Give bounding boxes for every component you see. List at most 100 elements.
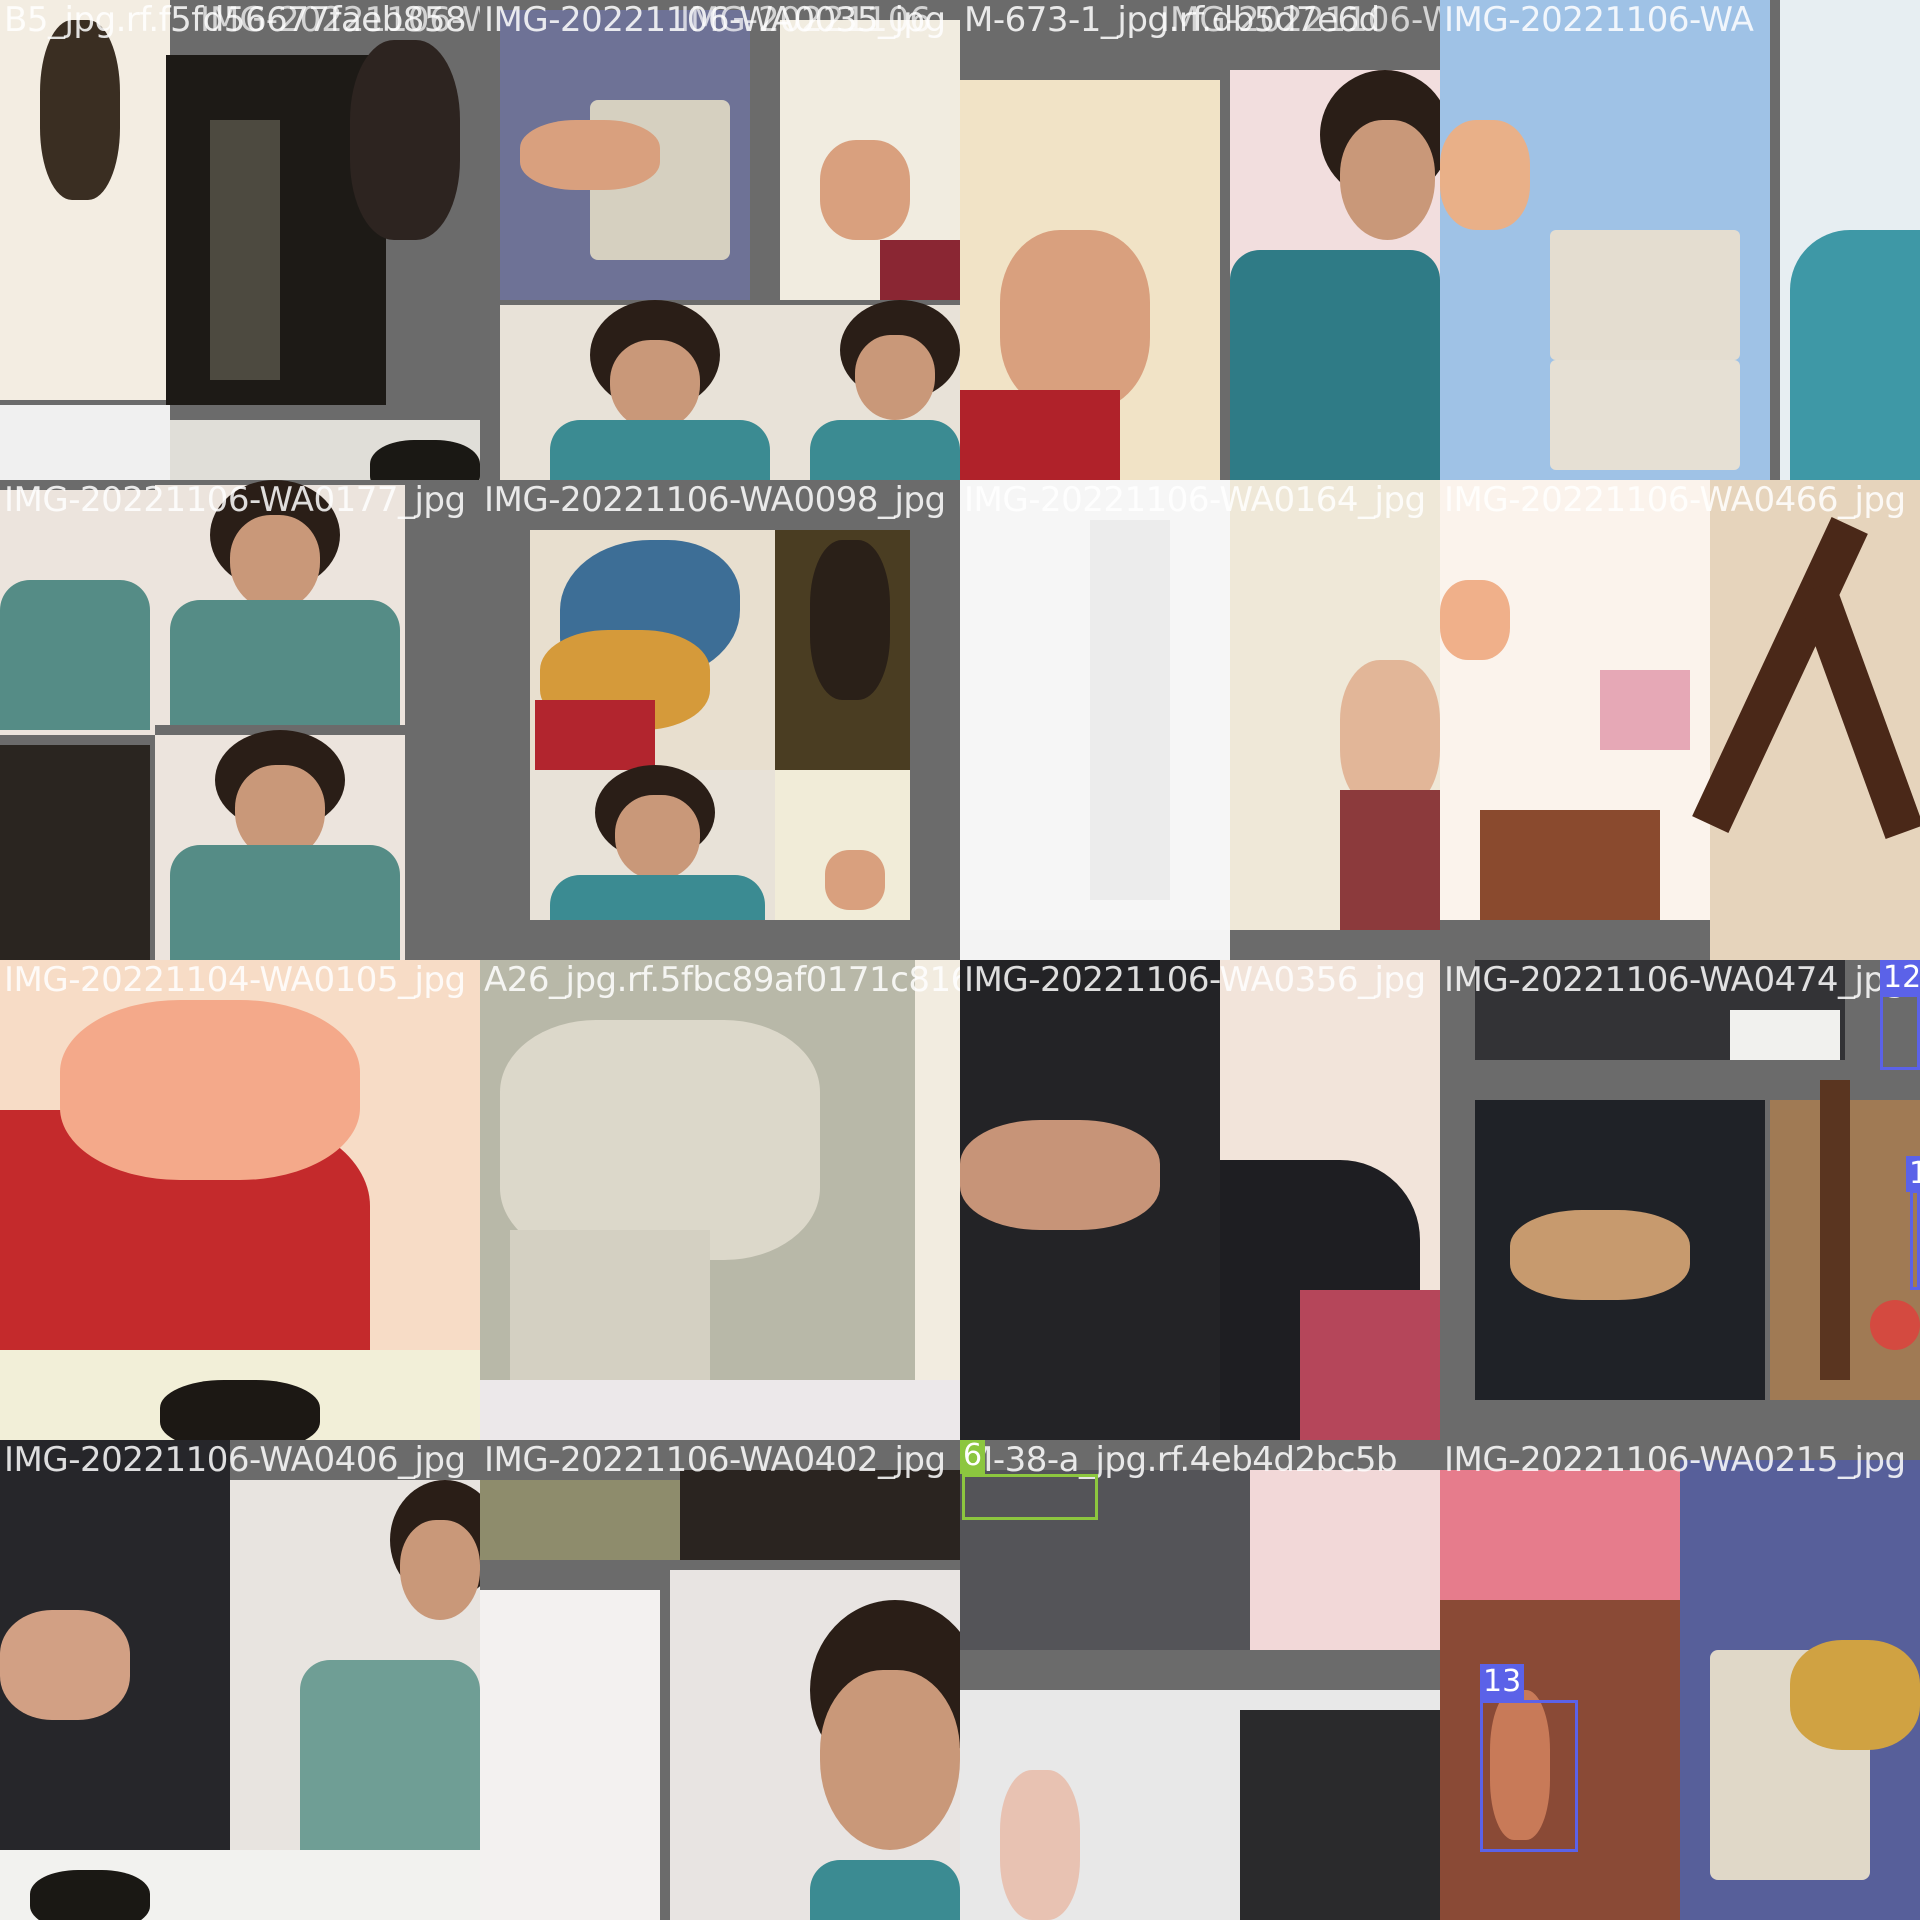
photo-screen xyxy=(1600,670,1690,750)
photo-door-inner xyxy=(210,120,280,380)
photo-hair xyxy=(680,1470,960,1560)
person-face xyxy=(1340,120,1435,240)
tile-2: IMG-20221106-WA0035_jpg IMG-20221106 xyxy=(480,0,960,480)
person-shirt xyxy=(0,580,150,730)
photo-doorway xyxy=(0,745,150,960)
tile-filename: A26_jpg.rf.5fbc89af0171c816 xyxy=(484,960,960,1000)
detection-box xyxy=(1880,994,1920,1070)
hand-sign xyxy=(1510,1210,1690,1300)
hand-silhouette xyxy=(810,540,890,700)
person-shirt xyxy=(810,1860,960,1920)
tile-filename-overlay: IMG-20221106-WA0 xyxy=(1160,0,1440,40)
hand-silhouette xyxy=(160,1380,320,1440)
tile-filename-overlay: IMG-20221106-WA0035_jpg xyxy=(200,0,480,40)
tile-filename: IMG-20221106-WA0474_jpg xyxy=(1444,960,1906,1000)
photo-sleeve xyxy=(535,700,655,770)
tile-filename: IMG-20221104-WA0105_jpg xyxy=(4,960,466,1000)
tile-filename: IMG-20221106-WA0406_jpg xyxy=(4,1440,466,1480)
person-shirt xyxy=(300,1660,480,1850)
person-shirt xyxy=(1230,250,1440,480)
photo-sleeve xyxy=(1300,1290,1440,1440)
person-face xyxy=(855,335,935,420)
fist-sign xyxy=(500,1020,820,1260)
photo-wall xyxy=(1250,1470,1440,1650)
tile-filename: IMG-20221106-WA0098_jpg xyxy=(484,480,946,520)
hand-silhouette xyxy=(370,440,480,480)
tile-11: IMG-20221106-WA0356_jpg xyxy=(960,960,1440,1440)
person-shirt xyxy=(550,875,765,920)
tile-9: IMG-20221104-WA0105_jpg xyxy=(0,960,480,1440)
tile-filename: IMG-20221106-WA0402_jpg xyxy=(484,1440,946,1480)
person-face xyxy=(400,1520,480,1620)
person-face xyxy=(820,1670,960,1850)
photo-bottom xyxy=(0,405,170,480)
photo-paper xyxy=(1730,1010,1840,1060)
tile-16: IMG-20221106-WA0215_jpg 13 xyxy=(1440,1440,1920,1920)
photo-top xyxy=(480,1480,680,1560)
tile-15: M-38-a_jpg.rf.4eb4d2bc5b 6 xyxy=(960,1440,1440,1920)
hand-sign xyxy=(0,1610,130,1720)
tile-4: IMG-20221106-WA xyxy=(1440,0,1920,480)
mosaic-grid: B5_jpg.rf.f5fd56677faeb858 IMG-20221106-… xyxy=(0,0,1920,1920)
tile-7: IMG-20221106-WA0164_jpg xyxy=(960,480,1440,960)
person-shirt xyxy=(1790,230,1920,480)
hand-sign xyxy=(1000,1770,1080,1920)
person-shirt xyxy=(810,420,960,480)
photo-sleeve xyxy=(1340,790,1440,930)
tile-filename: IMG-20221106-WA xyxy=(1444,0,1754,40)
hand-sign xyxy=(825,850,885,910)
photo-sleeve xyxy=(1440,1470,1680,1610)
flower xyxy=(1870,1300,1920,1350)
person-shirt xyxy=(550,420,770,480)
person-face xyxy=(610,340,700,430)
tile-filename: IMG-20221106-WA0215_jpg xyxy=(1444,1440,1906,1480)
tile-filename-overlay: IMG-20221106 xyxy=(680,0,932,40)
hand-silhouette xyxy=(30,1870,150,1920)
detection-box xyxy=(1480,1700,1578,1852)
hand-sign xyxy=(820,140,910,240)
detection-label: 1 xyxy=(1906,1156,1920,1192)
tile-6: IMG-20221106-WA0098_jpg xyxy=(480,480,960,960)
person-shirt xyxy=(170,600,400,725)
photo-sleeve xyxy=(880,240,960,300)
tile-5: IMG-20221106-WA0177_jpg xyxy=(0,480,480,960)
chair-leg xyxy=(1820,1080,1850,1380)
photo-doorway xyxy=(1240,1710,1440,1920)
tile-10: A26_jpg.rf.5fbc89af0171c816 xyxy=(480,960,960,1440)
person-face xyxy=(230,515,320,610)
tile-13: IMG-20221106-WA0406_jpg xyxy=(0,1440,480,1920)
tile-filename: IMG-20221106-WA0177_jpg xyxy=(4,480,466,520)
tile-8: IMG-20221106-WA0466_jpg xyxy=(1440,480,1920,960)
hand-sign xyxy=(520,120,660,190)
tile-filename: IMG-20221106-WA0356_jpg xyxy=(964,960,1426,1000)
hand-silhouette xyxy=(350,40,460,240)
hand-sign xyxy=(1000,230,1150,410)
detection-label: 12 xyxy=(1880,960,1920,996)
person-face xyxy=(615,795,700,880)
photo-door xyxy=(1090,520,1170,900)
detection-box xyxy=(962,1474,1098,1520)
detection-label: 6 xyxy=(960,1440,986,1474)
photo-bottom xyxy=(960,930,1230,960)
tile-filename: IMG-20221106-WA0466_jpg xyxy=(1444,480,1906,520)
photo-wall xyxy=(480,1590,660,1920)
tile-14: IMG-20221106-WA0402_jpg xyxy=(480,1440,960,1920)
hand-sign xyxy=(1440,580,1510,660)
shirt-print xyxy=(1550,230,1740,360)
tile-filename: IMG-20221106-WA0164_jpg xyxy=(964,480,1426,520)
tile-1: B5_jpg.rf.f5fd56677faeb858 IMG-20221106-… xyxy=(0,0,480,480)
hand-sign xyxy=(1340,660,1440,810)
photo-desk xyxy=(1480,810,1660,920)
hand-silhouette xyxy=(40,20,120,200)
hand-sign xyxy=(1440,120,1530,230)
photo-edge xyxy=(915,960,960,1380)
hand-sign xyxy=(960,1120,1160,1230)
photo-sleeve xyxy=(960,390,1120,480)
person-shirt xyxy=(170,845,400,960)
shirt-print xyxy=(1550,360,1740,470)
hand-sign xyxy=(60,1000,360,1180)
photo-bottom xyxy=(480,1380,960,1440)
tile-3: M-673-1_jpg.rf.db5d7e6d IMG-20221106-WA0 xyxy=(960,0,1440,480)
hand-sign xyxy=(1790,1640,1920,1750)
detection-label: 13 xyxy=(1480,1664,1525,1700)
